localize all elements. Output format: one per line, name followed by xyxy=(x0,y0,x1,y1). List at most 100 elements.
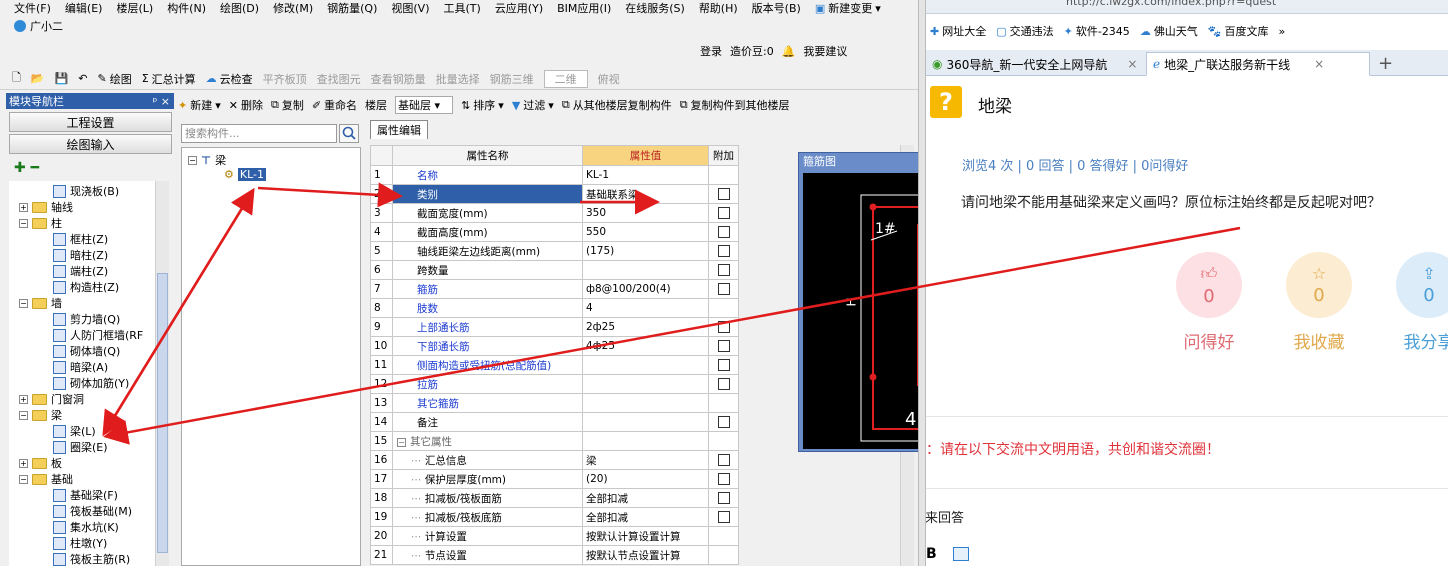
new-change-button[interactable]: ▣ 新建变更 ▾ xyxy=(815,0,881,16)
menu-item[interactable]: BIM应用(I) xyxy=(557,0,611,16)
tree-item[interactable]: 端柱(Z) xyxy=(53,263,108,279)
tree-item[interactable]: 集水坑(K) xyxy=(53,519,119,535)
tree-item[interactable]: 人防门框墙(RF xyxy=(53,327,143,343)
property-value[interactable]: 按默认计算设置计算 xyxy=(582,526,709,546)
share-button[interactable]: ⇪ 0 我分享 xyxy=(1395,252,1448,353)
menu-item[interactable]: 构件(N) xyxy=(167,0,206,16)
attach-checkbox[interactable] xyxy=(717,378,730,390)
property-row[interactable]: 19 ⋯ 扣减板/筏板底筋 全部扣减 xyxy=(370,507,739,527)
attach-checkbox[interactable] xyxy=(717,245,730,257)
tree-folder[interactable]: − 柱 xyxy=(19,215,62,231)
more-favorites-icon[interactable]: » xyxy=(1279,25,1286,38)
floor-select[interactable]: 基础层 ▾ xyxy=(395,96,454,114)
new-file-icon[interactable]: 🗋 xyxy=(12,69,21,88)
steel-3d-button[interactable]: 钢筋三维 xyxy=(490,71,534,87)
property-value[interactable] xyxy=(582,393,709,413)
stirrup-diagram-window[interactable]: 箍筋图 1# H 4 xyxy=(798,152,922,452)
property-value[interactable]: 全部扣减 xyxy=(582,507,709,527)
menu-item[interactable]: 工具(T) xyxy=(444,0,481,16)
favorite-link[interactable]: ✚ 网址大全 xyxy=(930,23,986,39)
view-top-select[interactable]: 俯视 xyxy=(598,71,620,87)
tree-item[interactable]: 柱墩(Y) xyxy=(53,535,107,551)
property-row[interactable]: 8 肢数 4 xyxy=(370,298,739,318)
property-value[interactable]: ф8@100/200(4) xyxy=(582,279,709,299)
property-row[interactable]: 12 拉筋 xyxy=(370,374,739,394)
attach-checkbox[interactable] xyxy=(717,321,730,333)
open-file-icon[interactable]: 📂 xyxy=(31,72,45,85)
browser-tab-360[interactable]: ◉ 360导航_新一代安全上网导航 × xyxy=(926,52,1140,76)
property-row[interactable]: 14 备注 xyxy=(370,412,739,432)
tree-folder[interactable]: − 梁 xyxy=(19,407,62,423)
property-row[interactable]: 1 名称 KL-1 xyxy=(370,165,739,185)
tree-item[interactable]: 剪力墙(Q) xyxy=(53,311,120,327)
favorite-link[interactable]: ☁ 佛山天气 xyxy=(1140,23,1198,39)
assistant-row[interactable]: 广小二 xyxy=(14,18,63,34)
property-value[interactable]: 基础联系梁 xyxy=(582,184,709,204)
comp-tree-root[interactable]: − ⊤ 梁 xyxy=(188,152,226,168)
property-row[interactable]: 17 ⋯ 保护层厚度(mm) (20) xyxy=(370,469,739,489)
property-row[interactable]: 4 截面高度(mm) 550 xyxy=(370,222,739,242)
expand-icon[interactable]: + xyxy=(19,458,28,468)
url-text[interactable]: http://c.lwzgx.com/index.php?r=quest xyxy=(1066,0,1276,8)
property-value[interactable] xyxy=(582,260,709,280)
property-row[interactable]: 11 侧面构造或受扭筋(总配筋值) xyxy=(370,355,739,375)
property-value[interactable]: 4ф25 xyxy=(582,336,709,356)
draw-input-button[interactable]: 绘图输入 xyxy=(9,134,172,154)
attach-checkbox[interactable] xyxy=(717,283,730,295)
tree-item[interactable]: 梁(L) xyxy=(53,423,96,439)
menu-item[interactable]: 视图(V) xyxy=(391,0,429,16)
menu-item[interactable]: 云应用(Y) xyxy=(495,0,543,16)
tree-item[interactable]: 暗柱(Z) xyxy=(53,247,108,263)
login-link[interactable]: 登录 xyxy=(700,43,722,59)
attach-checkbox[interactable] xyxy=(717,511,730,523)
collapse-icon[interactable]: − xyxy=(19,218,28,228)
tree-item[interactable]: 筏板主筋(R) xyxy=(53,551,130,566)
attach-checkbox[interactable] xyxy=(717,359,730,371)
tree-folder[interactable]: − 基础 xyxy=(19,471,73,487)
favorite-link[interactable]: ▢ 交通违法 xyxy=(996,23,1053,39)
property-row[interactable]: 10 下部通长筋 4ф25 xyxy=(370,336,739,356)
menu-item[interactable]: 在线服务(S) xyxy=(625,0,685,16)
property-value[interactable] xyxy=(582,355,709,375)
tree-folder[interactable]: − 墙 xyxy=(19,295,62,311)
property-value[interactable]: 全部扣减 xyxy=(582,488,709,508)
tree-item[interactable]: 筏板基础(M) xyxy=(53,503,132,519)
property-row[interactable]: 2 类别 基础联系梁 xyxy=(370,184,739,204)
nav-scroll-thumb[interactable] xyxy=(157,273,168,553)
tree-folder[interactable]: + 轴线 xyxy=(19,199,73,215)
new-tab-icon[interactable]: + xyxy=(1378,53,1393,74)
property-value[interactable]: 2ф25 xyxy=(582,317,709,337)
image-icon[interactable] xyxy=(952,547,969,561)
suggest-link[interactable]: 我要建议 xyxy=(803,43,847,59)
attach-checkbox[interactable] xyxy=(717,416,730,428)
property-value[interactable]: 梁 xyxy=(582,450,709,470)
new-component-button[interactable]: ✦ 新建 ▾ xyxy=(178,97,221,113)
menu-item[interactable]: 文件(F) xyxy=(14,0,51,16)
property-value[interactable] xyxy=(582,412,709,432)
collapse-icon[interactable]: − xyxy=(397,437,406,447)
property-value[interactable]: KL-1 xyxy=(582,165,709,185)
expand-icon[interactable]: + xyxy=(19,394,28,404)
property-row[interactable]: 3 截面宽度(mm) 350 xyxy=(370,203,739,223)
tree-item[interactable]: 砌体加筋(Y) xyxy=(53,375,129,391)
bold-button[interactable]: B xyxy=(926,546,937,562)
comp-tree-item-kl1[interactable]: ⚙ KL-1 xyxy=(224,168,266,181)
undo-icon[interactable]: ↶ xyxy=(78,72,87,85)
level-top-button[interactable]: 平齐板顶 xyxy=(263,71,307,87)
copy-to-floor-button[interactable]: ⧉ 复制构件到其他楼层 xyxy=(680,97,790,113)
property-row[interactable]: 20 ⋯ 计算设置 按默认计算设置计算 xyxy=(370,526,739,546)
tree-item[interactable]: 现浇板(B) xyxy=(53,183,119,199)
menu-item[interactable]: 绘图(D) xyxy=(220,0,259,16)
nav-scrollbar[interactable] xyxy=(155,181,169,566)
attach-checkbox[interactable] xyxy=(717,492,730,504)
property-row[interactable]: 9 上部通长筋 2ф25 xyxy=(370,317,739,337)
nav-pin-close[interactable]: ᵖ × xyxy=(153,95,170,108)
favorite-link[interactable]: ✦ 软件-2345 xyxy=(1064,23,1130,39)
draw-button[interactable]: ✎ 绘图 xyxy=(97,71,131,87)
property-row[interactable]: 5 轴线距梁左边线距离(mm) (175) xyxy=(370,241,739,261)
attach-checkbox[interactable] xyxy=(717,454,730,466)
favorite-link[interactable]: 🐾 百度文库 xyxy=(1208,23,1269,39)
menu-item[interactable]: 楼层(L) xyxy=(116,0,153,16)
view-steel-button[interactable]: 查看钢筋量 xyxy=(371,71,426,87)
attach-checkbox[interactable] xyxy=(717,340,730,352)
